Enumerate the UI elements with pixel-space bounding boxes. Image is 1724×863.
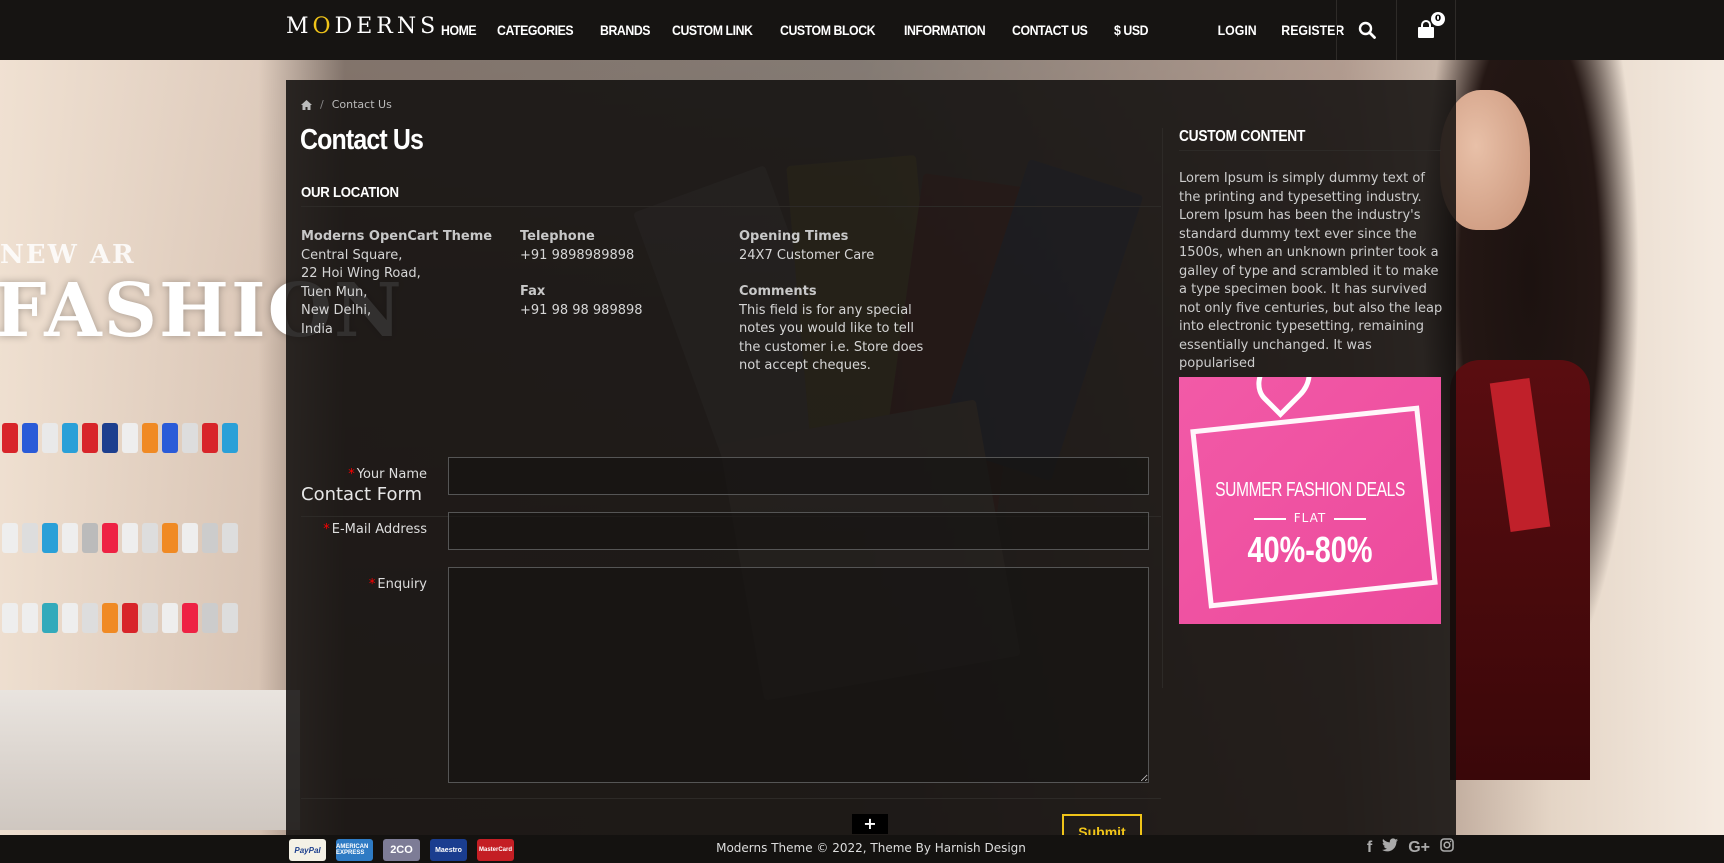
background-new-arrivals-text: NEW AR (0, 240, 136, 270)
facebook-icon[interactable]: f (1367, 839, 1372, 857)
promo-flat: FLAT (1179, 511, 1441, 525)
enquiry-textarea[interactable] (448, 567, 1149, 783)
address-column: Moderns OpenCart Theme Central Square, 2… (301, 228, 492, 339)
enquiry-label: * Enquiry (369, 577, 427, 592)
name-label: * Your Name (348, 467, 427, 482)
store-name: Moderns OpenCart Theme (301, 229, 493, 244)
search-icon (1358, 21, 1376, 39)
home-icon[interactable] (301, 99, 312, 110)
main-nav: HOME CATEGORIES BRANDS CUSTOM LINK CUSTO… (441, 0, 1173, 60)
social-links: f G+ (1367, 838, 1454, 857)
telephone-value: +91 9898989898 (520, 247, 635, 263)
custom-content-title: CUSTOM CONTENT (1179, 128, 1306, 145)
instagram-icon[interactable] (1440, 838, 1454, 857)
nav-categories[interactable]: CATEGORIES (497, 22, 574, 38)
nav-currency[interactable]: $ USD (1114, 22, 1149, 38)
required-marker: * (348, 467, 355, 482)
divider (301, 206, 1161, 207)
cart-count-badge: 0 (1431, 12, 1445, 26)
footer: PayPal AMERICAN EXPRESS 2CO Maestro Mast… (0, 835, 1724, 863)
logo-letter: M (286, 14, 313, 39)
hours-column: Opening Times 24X7 Customer Care Comment… (739, 228, 929, 376)
header-inner: MODERNS HOME CATEGORIES BRANDS CUSTOM LI… (286, 0, 1456, 60)
nav-information[interactable]: INFORMATION (904, 22, 986, 38)
nav-custom-block[interactable]: CUSTOM BLOCK (780, 22, 876, 38)
breadcrumb-separator: / (320, 98, 324, 111)
address-line: India (301, 321, 333, 337)
content-panel: / Contact Us Contact Us OUR LOCATION Mod… (286, 80, 1456, 850)
opening-times-value: 24X7 Customer Care (739, 247, 875, 263)
site-logo[interactable]: MODERNS (286, 14, 439, 39)
cart-button[interactable]: 0 (1396, 0, 1456, 60)
promo-banner[interactable]: SUMMER FASHION DEALS FLAT 40%-80% (1179, 377, 1441, 624)
enquiry-label-text: Enquiry (377, 577, 427, 592)
required-marker: * (368, 577, 376, 592)
nav-custom-link[interactable]: CUSTOM LINK (672, 22, 753, 38)
promo-title: SUMMER FASHION DEALS (1215, 479, 1405, 501)
scroll-top-button[interactable]: + (852, 814, 888, 834)
copyright-text: Moderns Theme © 2022, Theme By Harnish D… (716, 841, 1026, 855)
address-line: New Delhi, (301, 303, 372, 318)
logo-letters: DERNS (334, 14, 440, 39)
logo-accent-letter: O (312, 14, 335, 39)
nav-contact-us[interactable]: CONTACT US (1012, 22, 1088, 38)
divider (1179, 150, 1441, 151)
email-label: * E-Mail Address (323, 522, 427, 537)
contact-form-title: Contact Form (301, 484, 423, 505)
nav-home[interactable]: HOME (441, 22, 477, 38)
breadcrumb-current[interactable]: Contact Us (332, 98, 392, 111)
address-line: Tuen Mun, (301, 284, 368, 300)
search-button[interactable] (1336, 0, 1396, 60)
shelf-decoration (0, 600, 280, 636)
frame-decoration (1190, 405, 1438, 609)
required-marker: * (323, 522, 330, 537)
address-line: 22 Hoi Wing Road, (301, 266, 421, 281)
shelf-decoration (0, 520, 280, 556)
fax-value: +91 98 98 989898 (520, 302, 643, 318)
comments-label: Comments (739, 284, 817, 299)
telephone-label: Telephone (520, 229, 595, 244)
column-divider (1162, 128, 1163, 688)
phone-column: Telephone +91 9898989898 Fax +91 98 98 9… (520, 228, 643, 320)
breadcrumb: / Contact Us (301, 98, 392, 111)
shelf-decoration (0, 420, 280, 456)
email-input[interactable] (448, 512, 1149, 550)
name-label-text: Your Name (356, 467, 427, 482)
page-title: Contact Us (300, 124, 424, 156)
location-title: OUR LOCATION (301, 184, 399, 201)
heart-decoration (1245, 377, 1323, 418)
promo-discount: 40%-80% (1247, 529, 1373, 570)
comments-value: This field is for any special notes you … (739, 302, 924, 374)
opening-times-label: Opening Times (739, 229, 849, 244)
footer-inner: PayPal AMERICAN EXPRESS 2CO Maestro Mast… (286, 835, 1456, 863)
nav-brands[interactable]: BRANDS (600, 22, 651, 38)
fax-label: Fax (520, 284, 546, 299)
twitter-icon[interactable] (1382, 838, 1399, 857)
divider (301, 798, 1161, 799)
email-label-text: E-Mail Address (331, 522, 427, 537)
custom-content-text: Lorem Ipsum is simply dummy text of the … (1179, 171, 1443, 371)
address-line: Central Square, (301, 247, 403, 263)
name-input[interactable] (448, 457, 1149, 495)
google-plus-icon[interactable]: G+ (1408, 839, 1430, 857)
floor-decoration (0, 690, 300, 830)
login-link[interactable]: LOGIN (1218, 22, 1257, 38)
top-header: MODERNS HOME CATEGORIES BRANDS CUSTOM LI… (0, 0, 1724, 60)
